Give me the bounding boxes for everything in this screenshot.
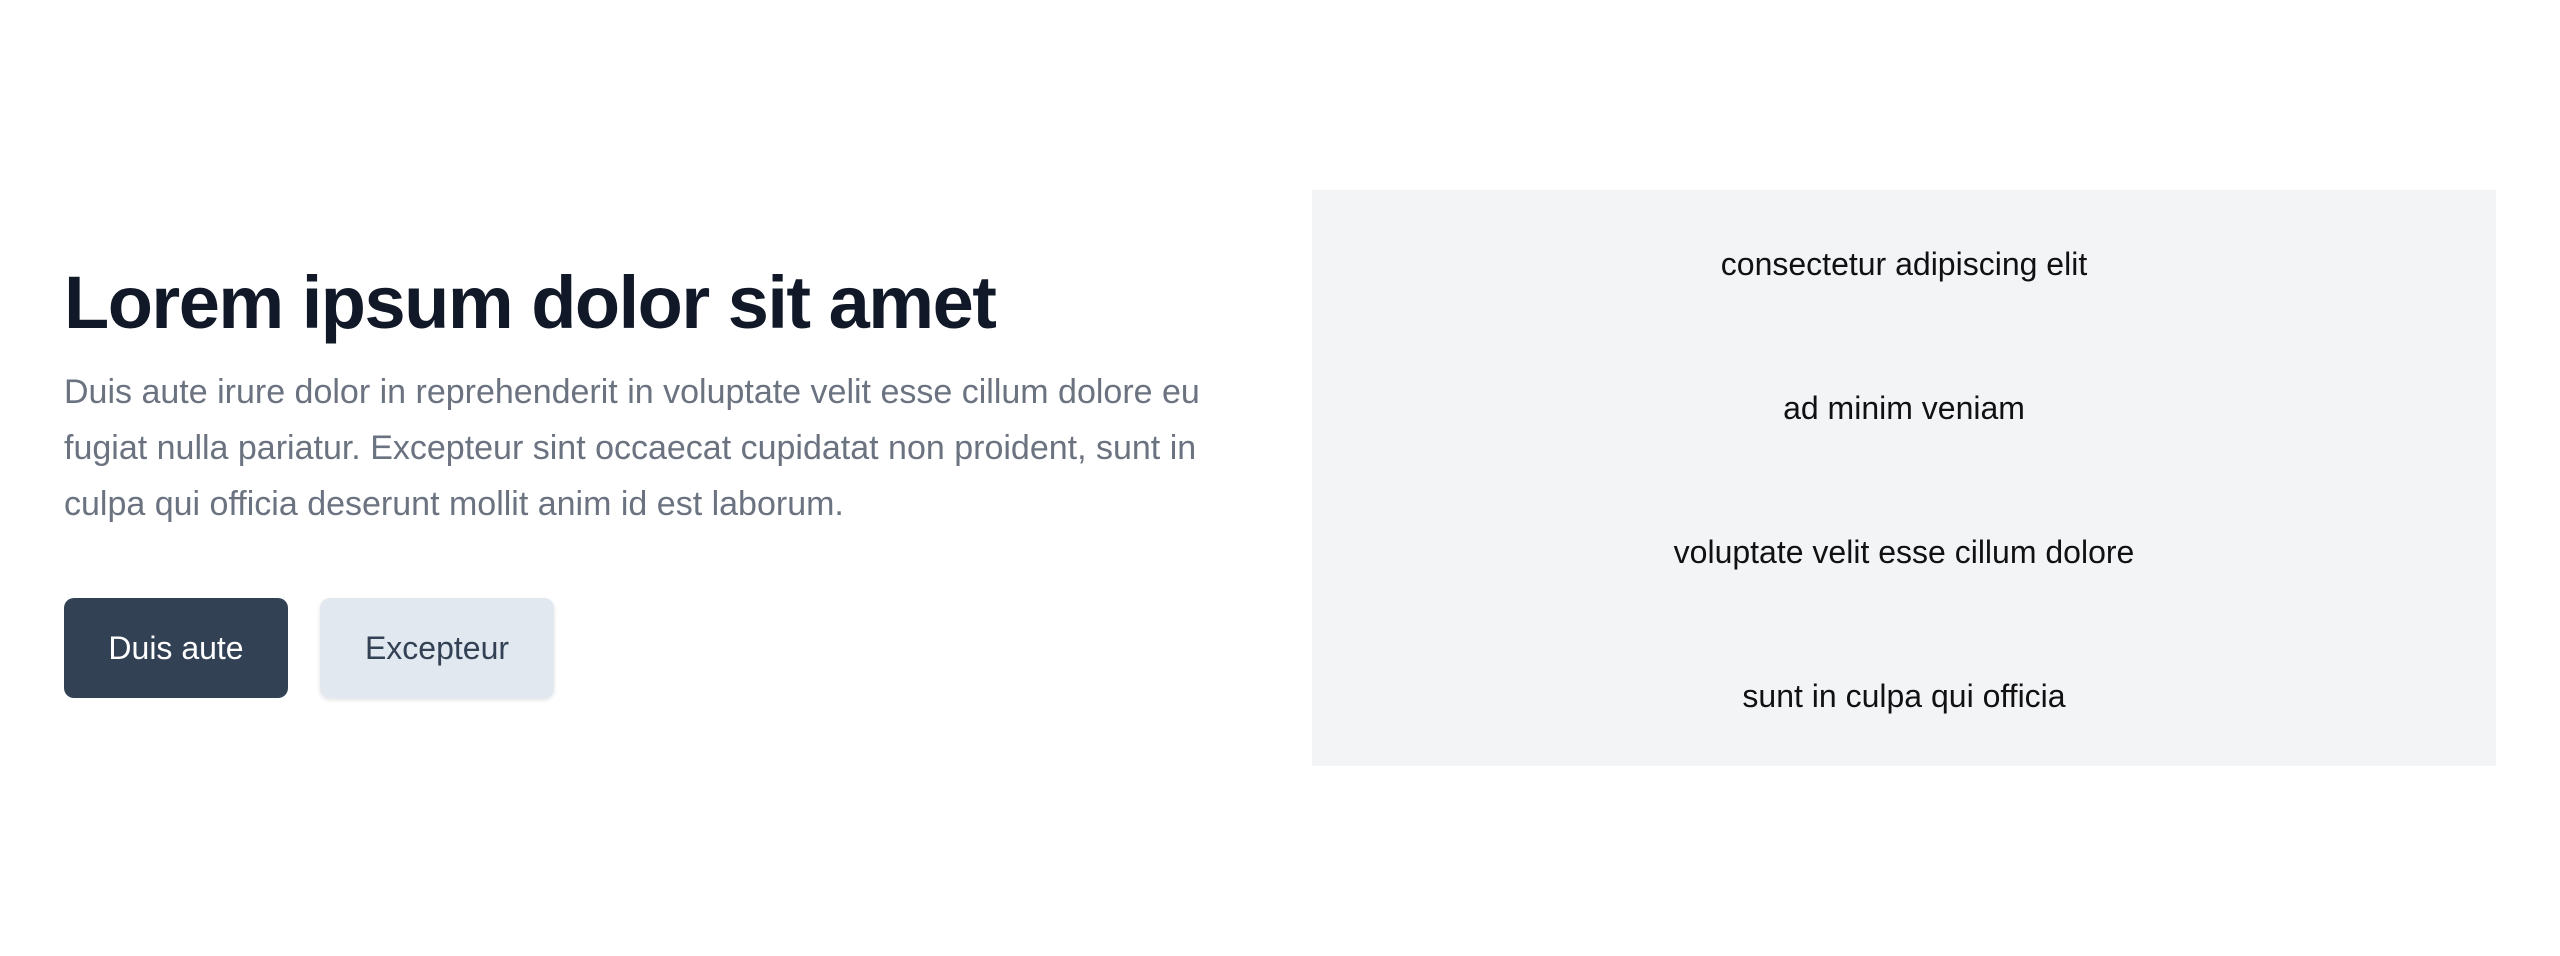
- feature-item: consectetur adipiscing elit: [1720, 246, 2088, 282]
- feature-item: voluptate velit esse cillum dolore: [1673, 534, 2135, 570]
- primary-cta-button[interactable]: Duis aute: [64, 598, 288, 698]
- secondary-cta-button[interactable]: Excepteur: [320, 598, 554, 698]
- feature-item: sunt in culpa qui officia: [1742, 678, 2066, 714]
- feature-item: ad minim veniam: [1783, 390, 2025, 426]
- hero-button-row: Duis aute Excepteur: [64, 598, 1284, 698]
- hero-section: Lorem ipsum dolor sit amet Duis aute iru…: [64, 262, 1284, 698]
- hero-description: Duis aute irure dolor in reprehenderit i…: [64, 373, 1200, 523]
- hero-title: Lorem ipsum dolor sit amet: [64, 261, 997, 344]
- feature-panel: consectetur adipiscing elit ad minim ven…: [1312, 190, 2496, 766]
